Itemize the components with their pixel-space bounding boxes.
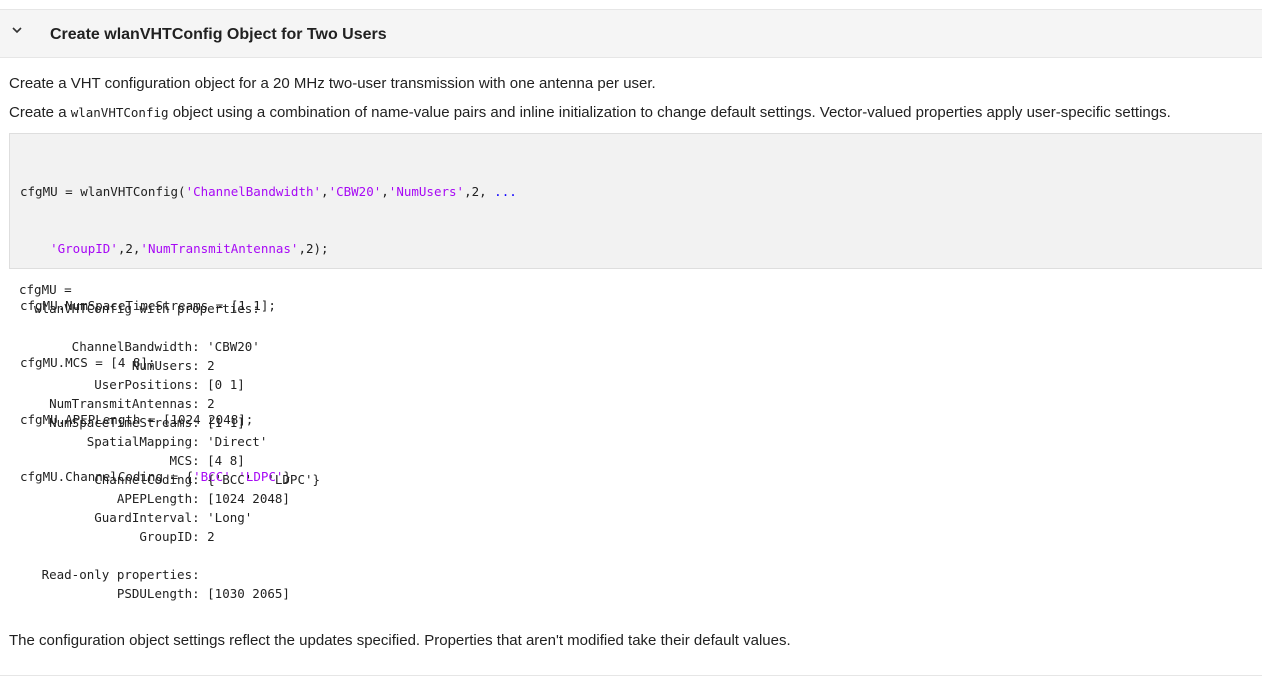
section-title: Create wlanVHTConfig Object for Two User…	[50, 26, 387, 43]
output-line: APEPLength: [1024 2048]	[19, 491, 290, 506]
code-line: 'GroupID',2,'NumTransmitAntennas',2);	[20, 239, 517, 258]
code-token: ,	[381, 184, 389, 199]
inline-code-wlanVHTConfig: wlanVHTConfig	[70, 105, 169, 120]
code-line: cfgMU = wlanVHTConfig('ChannelBandwidth'…	[20, 182, 517, 201]
output-line: ChannelBandwidth: 'CBW20'	[19, 339, 260, 354]
output-line: UserPositions: [0 1]	[19, 377, 245, 392]
section-divider	[0, 675, 1262, 676]
section-header[interactable]: Create wlanVHTConfig Object for Two User…	[0, 9, 1262, 58]
output-line: SpatialMapping: 'Direct'	[19, 434, 268, 449]
code-token: ,2,	[464, 184, 495, 199]
output-line: GuardInterval: 'Long'	[19, 510, 253, 525]
intro-paragraph-1: Create a VHT configuration object for a …	[9, 75, 656, 92]
output-line: cfgMU =	[19, 282, 80, 297]
intro-text-after: object using a combination of name-value…	[168, 104, 1171, 121]
output-line: GroupID: 2	[19, 529, 215, 544]
output-line: Read-only properties:	[19, 567, 200, 582]
intro-paragraph-2: Create a wlanVHTConfig object using a co…	[9, 104, 1171, 122]
output-line: PSDULength: [1030 2065]	[19, 586, 290, 601]
conclusion-paragraph: The configuration object settings reflec…	[9, 632, 791, 649]
output-line: ChannelCoding: {'BCC' 'LDPC'}	[19, 472, 321, 487]
code-token: cfgMU = wlanVHTConfig(	[20, 184, 186, 199]
code-string: 'NumTransmitAntennas'	[140, 241, 299, 256]
code-string: 'CBW20'	[328, 184, 382, 199]
code-token: ,2,	[117, 241, 141, 256]
code-string: 'NumUsers'	[388, 184, 465, 199]
code-token: ,	[321, 184, 329, 199]
code-string: 'ChannelBandwidth'	[185, 184, 322, 199]
output-line: NumTransmitAntennas: 2	[19, 396, 215, 411]
code-continuation: ...	[494, 184, 517, 199]
chevron-down-icon[interactable]	[11, 25, 23, 35]
output-line: wlanVHTConfig with properties:	[19, 301, 260, 316]
intro-text-before: Create a	[9, 104, 71, 121]
code-string: 'GroupID'	[50, 241, 118, 256]
output-line: MCS: [4 8]	[19, 453, 245, 468]
output-line: NumSpaceTimeStreams: [1 1]	[19, 415, 245, 430]
output-line: NumUsers: 2	[19, 358, 215, 373]
code-block[interactable]: cfgMU = wlanVHTConfig('ChannelBandwidth'…	[9, 133, 1262, 484]
command-output: cfgMU = wlanVHTConfig with properties: C…	[19, 280, 320, 603]
code-token: ,2);	[298, 241, 329, 256]
